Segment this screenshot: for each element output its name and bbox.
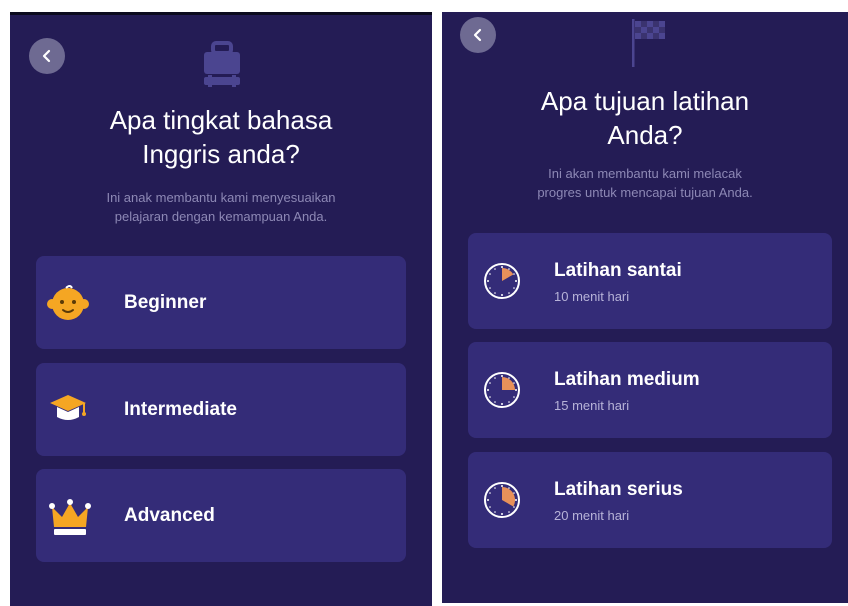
training-goal-screen: Apa tujuan latihan Anda? Ini akan memban… (442, 12, 848, 603)
title-line-2: Anda? (607, 120, 683, 150)
subtitle-line-1: Ini anak membantu kami menyesuaikan (106, 190, 336, 205)
option-duration: 15 menit hari (554, 398, 630, 413)
graduation-cap-icon (48, 389, 88, 429)
baby-face-icon (46, 280, 90, 324)
page-subtitle: Ini akan membantu kami melacak progres u… (452, 164, 838, 202)
option-label: Intermediate (124, 399, 237, 420)
option-label: Latihan santai (554, 260, 682, 281)
page-title: Apa tujuan latihan Anda? (442, 84, 848, 152)
back-button[interactable] (460, 17, 496, 53)
option-intermediate[interactable]: Intermediate (36, 363, 406, 456)
checkered-flag-icon (628, 17, 668, 69)
back-button[interactable] (29, 38, 65, 74)
clock-10-icon (482, 261, 522, 301)
title-line-1: Apa tujuan latihan (540, 86, 750, 116)
option-advanced[interactable]: Advanced (36, 469, 406, 562)
option-duration: 20 menit hari (554, 508, 630, 523)
briefcase-icon (200, 40, 244, 88)
subtitle-line-1: Ini akan membantu kami melacak (548, 166, 742, 181)
option-label: Latihan serius (554, 479, 683, 500)
subtitle-line-2: progres untuk mencapai tujuan Anda. (537, 185, 753, 200)
crown-icon (48, 495, 92, 539)
clock-15-icon (482, 370, 522, 410)
page-title: Apa tingkat bahasa Inggris anda? (10, 103, 432, 171)
option-label: Advanced (124, 505, 215, 526)
title-line-2: Inggris anda? (142, 139, 300, 169)
option-latihan-medium[interactable]: Latihan medium 15 menit hari (468, 342, 832, 438)
option-duration: 10 menit hari (554, 289, 630, 304)
subtitle-line-2: pelajaran dengan kemampuan Anda. (114, 209, 328, 224)
option-label: Beginner (124, 292, 207, 313)
chevron-left-icon (473, 28, 482, 42)
clock-20-icon (482, 480, 522, 520)
option-label: Latihan medium (554, 369, 700, 390)
chevron-left-icon (42, 49, 51, 63)
option-latihan-serius[interactable]: Latihan serius 20 menit hari (468, 452, 832, 548)
option-beginner[interactable]: Beginner (36, 256, 406, 349)
option-latihan-santai[interactable]: Latihan santai 10 menit hari (468, 233, 832, 329)
title-line-1: Apa tingkat bahasa (109, 105, 333, 135)
language-level-screen: Apa tingkat bahasa Inggris anda? Ini ana… (10, 12, 432, 606)
page-subtitle: Ini anak membantu kami menyesuaikan pela… (30, 188, 412, 226)
